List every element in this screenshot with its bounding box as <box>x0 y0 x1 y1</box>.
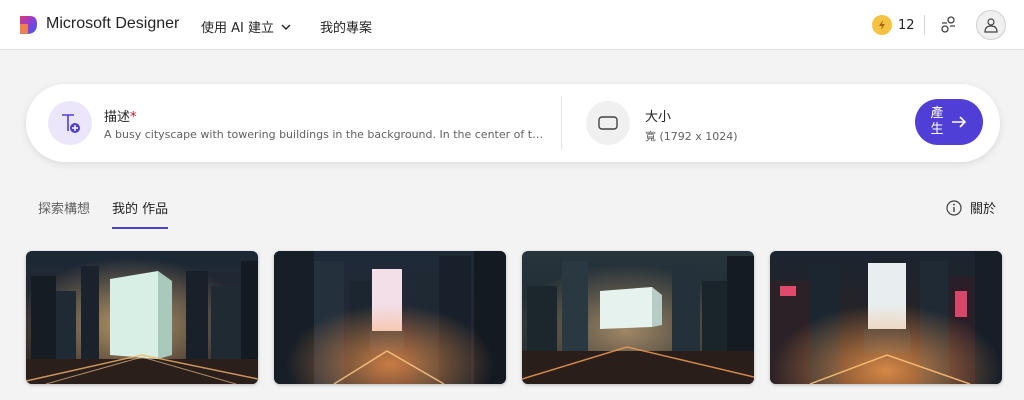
size-label: 大小 <box>645 110 672 125</box>
brand-name[interactable]: Microsoft Designer <box>46 15 179 33</box>
generate-button[interactable]: 產生 <box>915 99 983 145</box>
gallery-image-3[interactable] <box>522 251 754 384</box>
generate-label: 產生 <box>930 106 944 137</box>
aspect-ratio-icon[interactable] <box>586 101 630 145</box>
description-input[interactable]: A busy cityscape with towering buildings… <box>104 128 544 141</box>
header-divider <box>924 15 925 35</box>
share-icon[interactable] <box>938 15 958 35</box>
gallery-image-4[interactable] <box>770 251 1002 384</box>
size-value[interactable]: 寬 (1792 x 1024) <box>645 128 738 144</box>
about-label: 關於 <box>970 202 997 217</box>
about-link[interactable]: 關於 <box>946 198 996 217</box>
top-bar: Microsoft Designer 使用 AI 建立 我的專案 12 <box>0 0 1024 50</box>
info-icon <box>946 199 962 216</box>
create-with-ai-menu[interactable]: 使用 AI 建立 <box>201 17 292 36</box>
tab-explore-ideas[interactable]: 探索構想 <box>38 198 90 229</box>
my-projects-link[interactable]: 我的專案 <box>320 17 372 36</box>
required-mark: * <box>130 110 137 125</box>
designer-logo-icon[interactable] <box>18 14 38 36</box>
gallery-image-1[interactable] <box>26 251 258 384</box>
gallery-image-2[interactable] <box>274 251 506 384</box>
description-label: 描述* <box>104 106 137 125</box>
create-with-ai-label: 使用 AI 建立 <box>201 21 274 36</box>
user-avatar-icon[interactable] <box>976 10 1006 40</box>
tab-my-creations[interactable]: 我的 作品 <box>112 198 169 229</box>
description-label-text: 描述 <box>104 110 131 125</box>
prompt-card: 描述* A busy cityscape with towering build… <box>26 84 1000 162</box>
credits-count: 12 <box>898 17 915 33</box>
card-divider <box>561 96 562 150</box>
text-add-icon[interactable] <box>48 101 92 145</box>
lightning-bolt-icon <box>872 15 892 35</box>
credits-badge[interactable]: 12 <box>872 15 915 35</box>
view-tabs: 探索構想 我的 作品 <box>38 198 169 229</box>
arrow-right-icon <box>952 116 967 128</box>
image-gallery <box>26 251 1002 384</box>
chevron-down-icon <box>281 24 291 30</box>
